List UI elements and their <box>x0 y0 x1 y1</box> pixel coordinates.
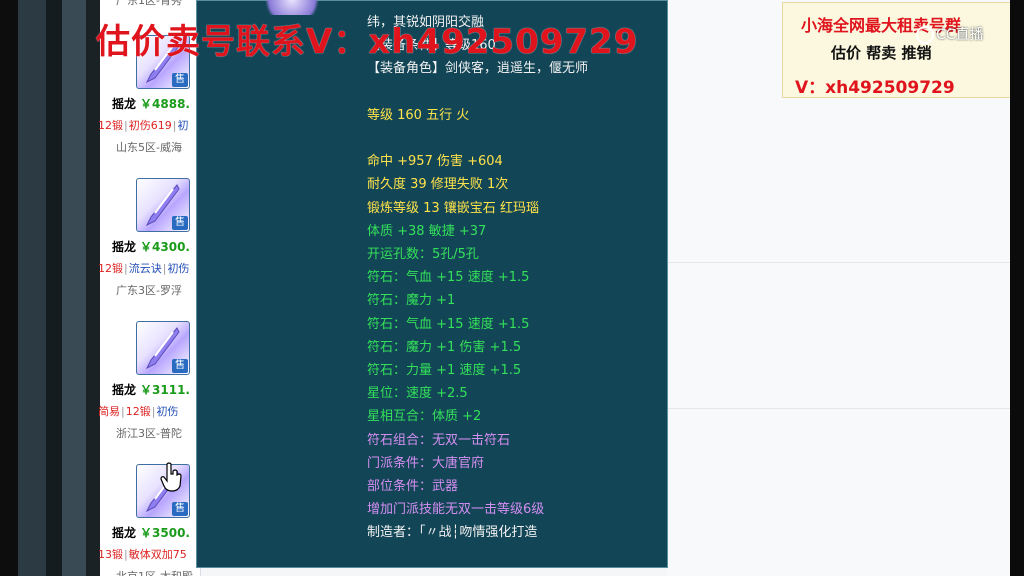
item-server: 广东1区-青秀 <box>116 0 182 7</box>
tooltip-line: 锻炼等级 13 镶嵌宝石 红玛瑙 <box>367 200 539 216</box>
tooltip-line: 制造者：「〃战┆吻情强化打造 <box>367 525 538 541</box>
weapon-image <box>257 0 327 15</box>
tooltip-line: 符石组合：无双一击符石 <box>367 432 511 448</box>
tooltip-line: 增加门派技能无双一击等级6级 <box>367 502 545 518</box>
item-tags: 12锻|流云诀|初伤 <box>98 262 190 275</box>
item-server: 广东3区-罗浮 <box>116 284 182 297</box>
left-border <box>0 0 100 576</box>
item-server: 山东5区-威海 <box>116 141 182 154</box>
item-title[interactable]: 摇龙 ￥4888. <box>112 95 190 112</box>
tooltip-line: 部位条件：武器 <box>367 479 459 494</box>
tag: 流云诀 <box>128 262 162 275</box>
sell-badge: 售 <box>172 73 188 87</box>
tooltip-line: 星相互合：体质 +2 <box>367 409 482 425</box>
item-price: ￥3500. <box>140 526 190 540</box>
logo-text: CC直播 <box>936 27 984 43</box>
watermark-contact: 估价卖号联系V：xh492509729 <box>96 22 639 62</box>
sell-badge: 售 <box>172 359 188 373</box>
item-title[interactable]: 摇龙 ￥3111. <box>112 381 190 398</box>
tag: 初伤 <box>167 262 190 275</box>
stream-frame: 广东1区-青秀 售 摇龙 ￥4888. 12锻|初伤619|初 山东5区-威海 售… <box>0 0 1024 576</box>
tooltip-line: 星位：速度 +2.5 <box>367 386 468 402</box>
item-price: ￥4300. <box>140 240 190 254</box>
tooltip-line: 符石：力量 +1 速度 +1.5 <box>367 363 522 378</box>
tooltip-line: 开运孔数：5孔/5孔 <box>367 247 479 262</box>
item-thumbnail[interactable]: 售 <box>136 321 190 375</box>
tooltip-line: 命中 +957 伤害 +604 <box>367 154 503 170</box>
stream-logo: CC直播 <box>916 24 984 46</box>
tooltip-line: 体质 +38 敏捷 +37 <box>367 223 487 239</box>
list-item[interactable]: 售 摇龙 ￥4300. 12锻|流云诀|初伤 广东3区-罗浮 <box>98 178 200 318</box>
tooltip-line: 门派条件：大唐官府 <box>367 455 485 471</box>
tag: 初伤 <box>156 405 179 418</box>
item-price: ￥4888. <box>140 97 190 111</box>
tooltip-line: 符石：魔力 +1 伤害 +1.5 <box>367 339 522 355</box>
item-tags: 13锻|敏体双加75 <box>98 548 187 561</box>
tag: 12锻 <box>125 405 151 418</box>
hand-cursor-icon <box>160 462 182 492</box>
item-tags: 简易|12锻|初伤 <box>98 405 179 418</box>
tag: 简易 <box>98 405 120 418</box>
list-item[interactable]: 售 摇龙 ￥3111. 简易|12锻|初伤 浙江3区-普陀 <box>98 321 200 461</box>
tag: 初伤619 <box>128 119 172 132</box>
item-server: 浙江3区-普陀 <box>116 427 182 440</box>
tooltip-line: 符石：气血 +15 速度 +1.5 <box>367 270 530 286</box>
tag: 12锻 <box>98 119 123 132</box>
tag: 初 <box>177 119 189 132</box>
sell-badge: 售 <box>172 216 188 230</box>
item-tooltip: 纬，其锐如阴阳交融 【装备条件】等级160 【装备角色】剑侠客，逍遥生，偃无师 等级 … <box>196 0 668 568</box>
row-divider <box>666 262 1010 263</box>
right-border <box>1010 0 1024 576</box>
seller-name: 摇龙 <box>112 240 137 254</box>
row-divider <box>666 408 1010 409</box>
tag: 敏体双加75 <box>128 548 187 561</box>
tooltip-line: 等级 160 五行 火 <box>367 107 470 123</box>
item-server: 北京1区-太和殿 <box>116 568 193 576</box>
item-title[interactable]: 摇龙 ￥3500. <box>112 524 190 541</box>
tooltip-line: 符石：气血 +15 速度 +1.5 <box>367 316 530 332</box>
tooltip-line: 耐久度 39 修理失败 1次 <box>367 177 509 193</box>
item-title[interactable]: 摇龙 ￥4300. <box>112 238 190 255</box>
promo-contact: V：xh492509729 <box>795 78 955 98</box>
tag: 12锻 <box>98 262 123 275</box>
sell-badge: 售 <box>172 502 188 516</box>
tooltip-line: 符石：魔力 +1 <box>367 293 456 309</box>
seller-name: 摇龙 <box>112 383 137 397</box>
item-price: ￥3111. <box>140 383 190 397</box>
logo-icon <box>916 26 934 44</box>
seller-name: 摇龙 <box>112 526 137 540</box>
tag: 13锻 <box>98 548 123 561</box>
item-tags: 12锻|初伤619|初 <box>98 119 189 132</box>
item-list: 广东1区-青秀 售 摇龙 ￥4888. 12锻|初伤619|初 山东5区-威海 售… <box>98 0 201 576</box>
list-item[interactable]: 售 摇龙￥3500. 13锻|敏体双加75 北京1区-太和殿 <box>98 464 200 576</box>
promo-banner: 小海全网最大租卖号群 估价 帮卖 推销 V：xh492509729 <box>782 2 1012 98</box>
item-thumbnail[interactable]: 售 <box>136 178 190 232</box>
seller-name: 摇龙 <box>112 97 137 111</box>
